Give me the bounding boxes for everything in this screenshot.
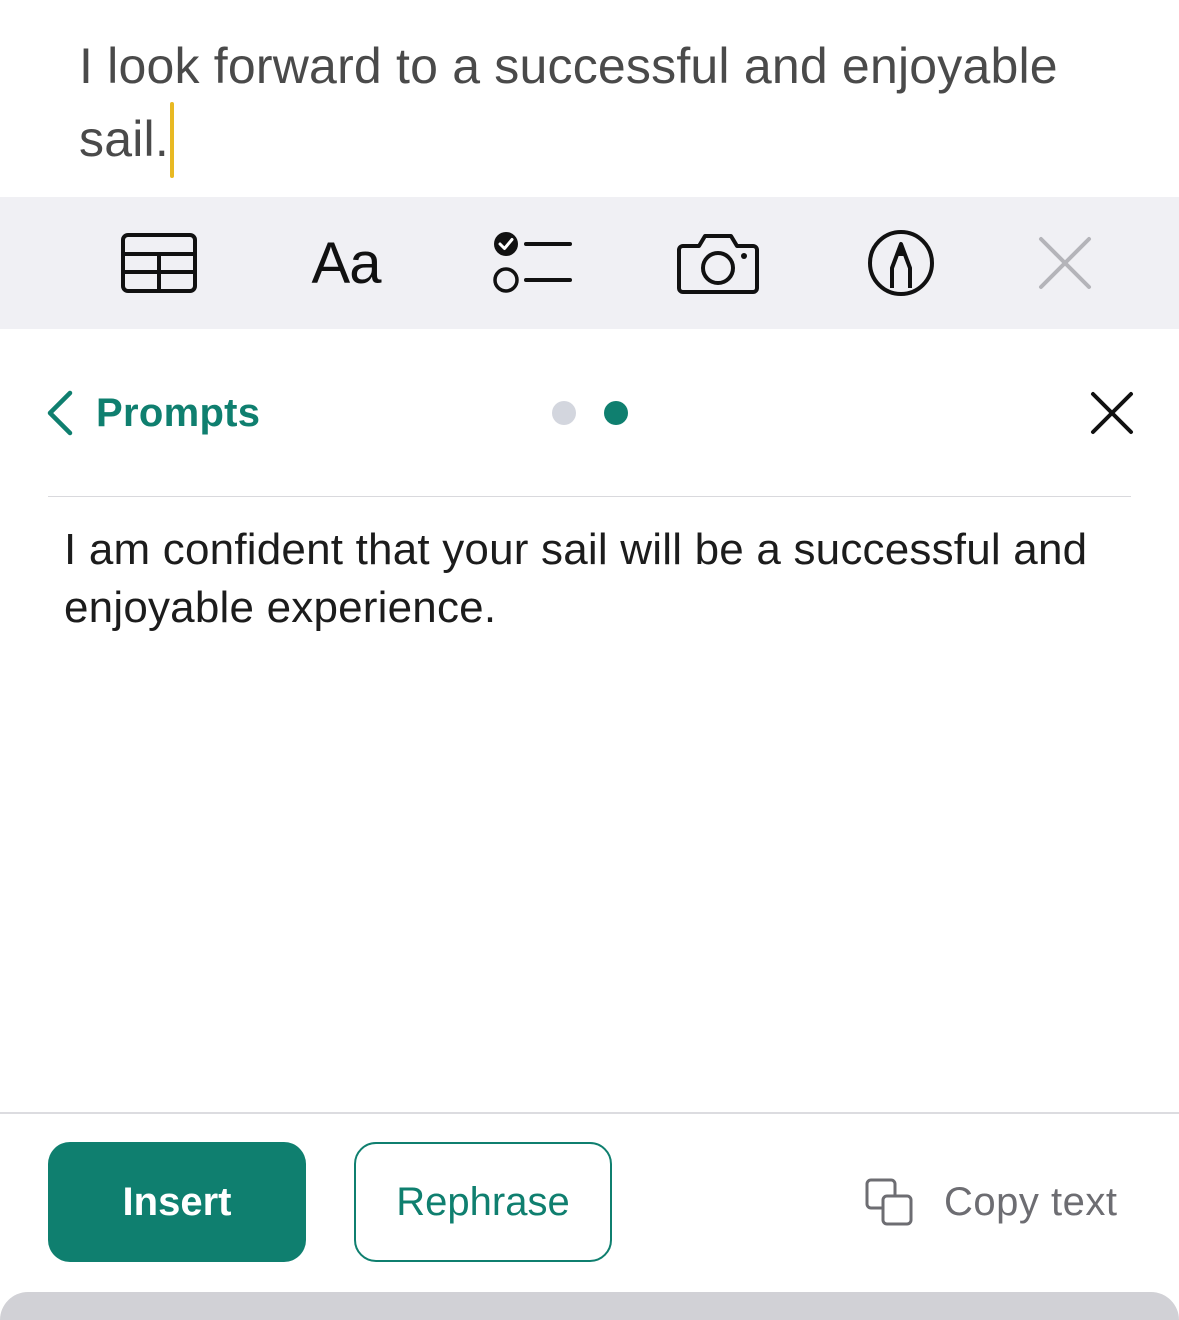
markup-button[interactable] <box>856 223 946 303</box>
page-dot-1[interactable] <box>552 401 576 425</box>
copy-text-button[interactable]: Copy text <box>864 1172 1117 1232</box>
bottom-sheet-edge <box>0 1292 1179 1320</box>
formatting-toolbar: Aa <box>0 197 1179 329</box>
text-caret <box>169 102 174 178</box>
table-button[interactable] <box>114 223 204 303</box>
rephrase-button[interactable]: Rephrase <box>354 1142 612 1262</box>
note-text: I look forward to a successful and enjoy… <box>79 38 1058 167</box>
divider <box>48 496 1131 497</box>
chevron-left-icon <box>47 390 73 436</box>
camera-button[interactable] <box>673 223 763 303</box>
checklist-icon <box>493 232 572 293</box>
close-icon <box>1039 237 1091 289</box>
page-dot-2[interactable] <box>604 401 628 425</box>
table-icon <box>121 233 197 293</box>
note-editor[interactable]: I look forward to a successful and enjoy… <box>0 0 1179 197</box>
prompts-back-button[interactable]: Prompts <box>44 385 260 441</box>
camera-icon <box>677 234 759 294</box>
text-format-button[interactable]: Aa <box>301 223 391 303</box>
divider <box>0 1112 1179 1114</box>
markup-pen-icon <box>868 230 934 296</box>
note-body[interactable]: I look forward to a successful and enjoy… <box>79 30 1139 178</box>
prompts-back-label: Prompts <box>96 390 261 435</box>
copy-icon <box>865 1178 913 1226</box>
insert-button[interactable]: Insert <box>48 1142 306 1262</box>
page-indicator <box>552 401 628 425</box>
suggestion-text: I am confident that your sail will be a … <box>64 525 1088 632</box>
close-toolbar-button[interactable] <box>1020 223 1110 303</box>
text-format-icon: Aa <box>311 230 382 296</box>
close-icon <box>1091 392 1133 434</box>
copy-text-label: Copy text <box>944 1179 1118 1224</box>
close-panel-button[interactable] <box>1088 389 1136 437</box>
prompts-panel-header: Prompts <box>0 329 1179 497</box>
checklist-button[interactable] <box>487 223 577 303</box>
